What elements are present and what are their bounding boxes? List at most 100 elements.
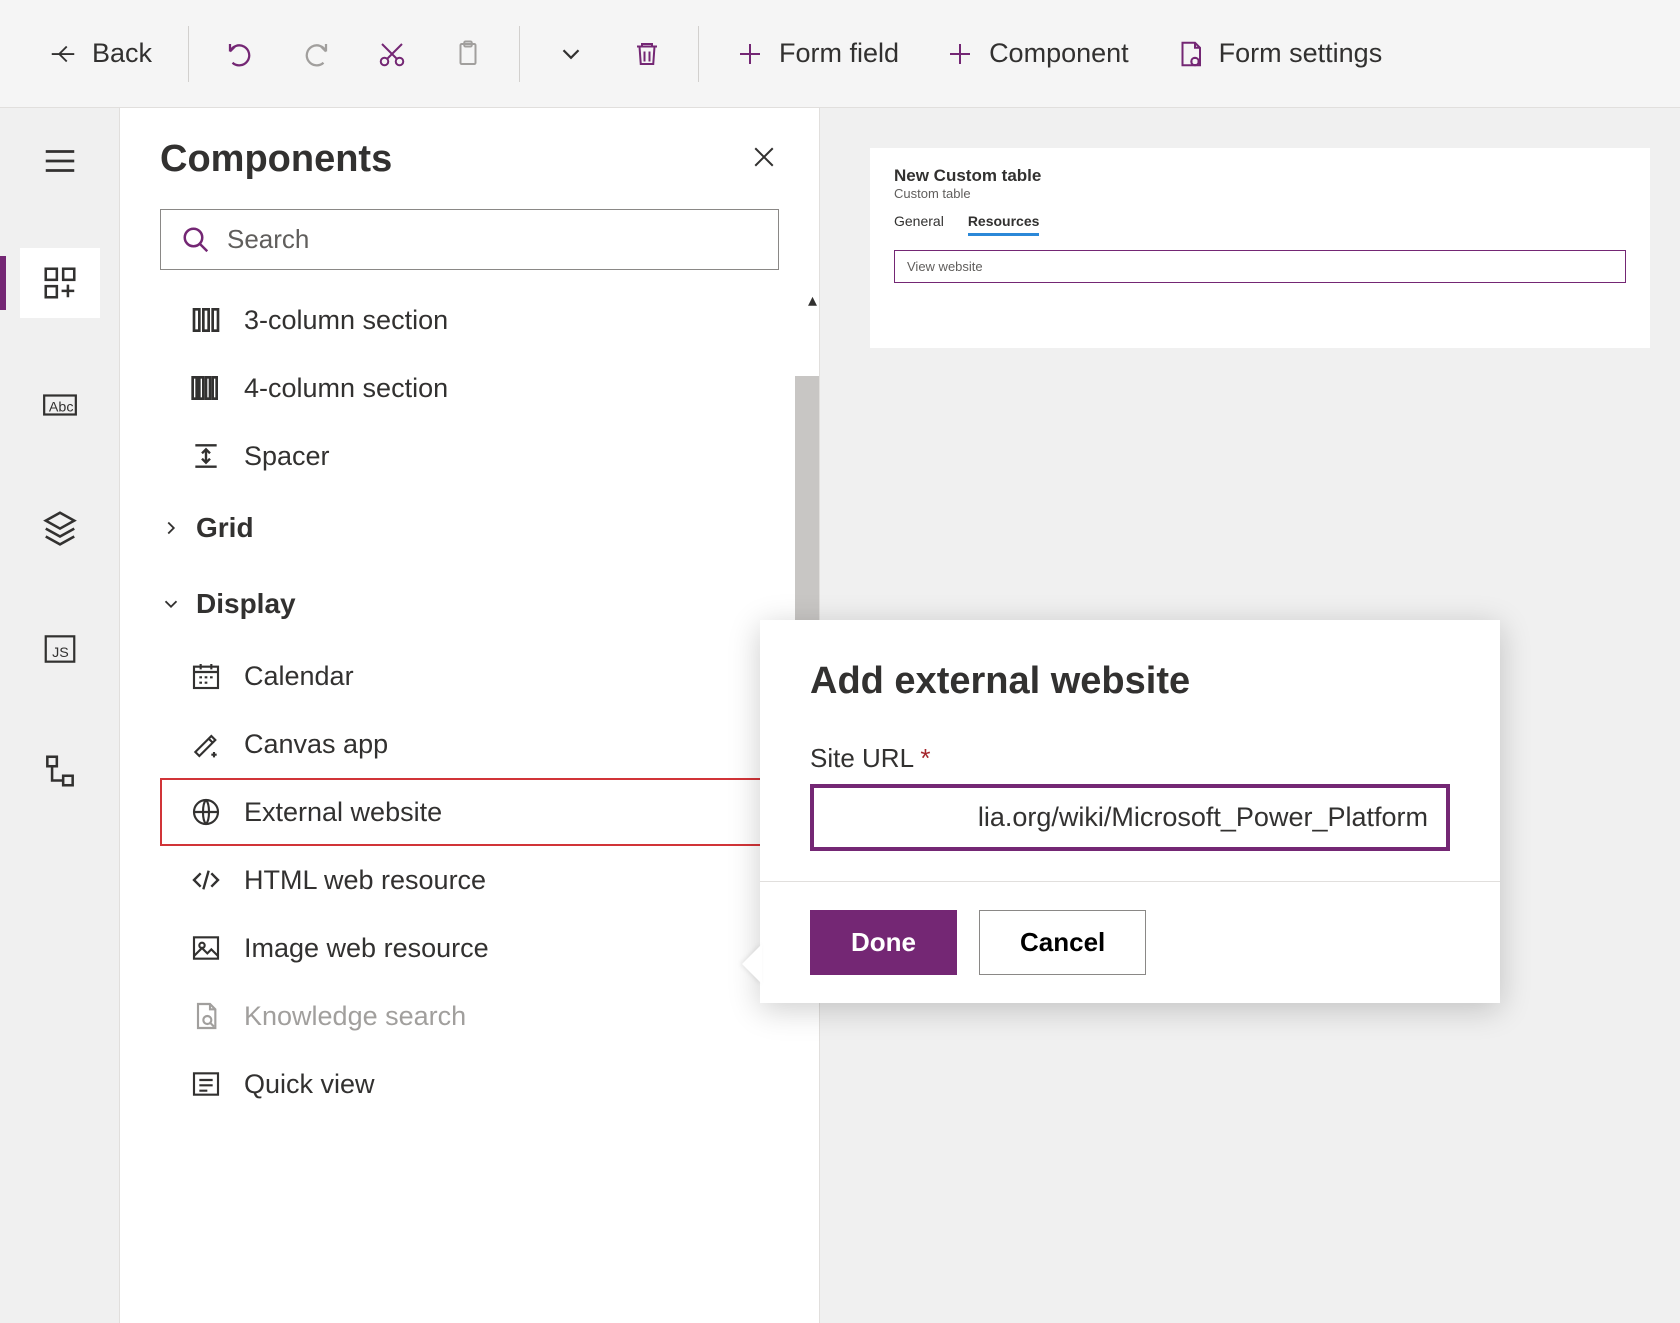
item-knowledge-search[interactable]: Knowledge search xyxy=(160,982,779,1050)
item-html-web-resource[interactable]: HTML web resource xyxy=(160,846,779,914)
item-calendar[interactable]: Calendar xyxy=(160,642,779,710)
redo-button[interactable] xyxy=(283,29,349,79)
close-panel-button[interactable] xyxy=(749,142,779,177)
group-label: Display xyxy=(196,588,296,620)
three-column-icon xyxy=(190,304,222,336)
arrow-left-icon xyxy=(48,39,78,69)
item-external-website[interactable]: External website xyxy=(160,778,779,846)
tree-icon xyxy=(41,752,79,790)
form-settings-label: Form settings xyxy=(1219,38,1383,69)
item-spacer[interactable]: Spacer xyxy=(160,422,779,490)
add-form-field-button[interactable]: Form field xyxy=(717,28,917,79)
undo-icon xyxy=(225,39,255,69)
add-external-website-dialog: Add external website Site URL * Done Can… xyxy=(760,620,1500,1003)
section-view-website[interactable]: View website xyxy=(894,250,1626,283)
cut-button[interactable] xyxy=(359,29,425,79)
trash-icon xyxy=(632,39,662,69)
done-button[interactable]: Done xyxy=(810,910,957,975)
code-icon xyxy=(190,864,222,896)
search-placeholder: Search xyxy=(227,224,309,255)
chevron-down-icon xyxy=(160,593,182,615)
rail-components[interactable] xyxy=(20,248,100,318)
item-label: Quick view xyxy=(244,1069,375,1100)
components-icon xyxy=(41,264,79,302)
group-grid[interactable]: Grid xyxy=(160,490,779,566)
callout-beak xyxy=(742,944,762,984)
item-canvas-app[interactable]: Canvas app xyxy=(160,710,779,778)
form-title: New Custom table xyxy=(894,166,1626,186)
item-label: HTML web resource xyxy=(244,865,486,896)
item-label: Knowledge search xyxy=(244,1001,466,1032)
form-settings-button[interactable]: Form settings xyxy=(1157,28,1401,79)
left-rail: Abc JS xyxy=(0,108,120,1323)
item-image-web-resource[interactable]: Image web resource xyxy=(160,914,779,982)
item-label: Calendar xyxy=(244,661,354,692)
globe-icon xyxy=(190,796,222,828)
item-label: 3-column section xyxy=(244,305,448,336)
search-icon xyxy=(181,225,211,255)
hamburger-button[interactable] xyxy=(20,126,100,196)
calendar-icon xyxy=(190,660,222,692)
abc-icon: Abc xyxy=(41,386,79,424)
redo-icon xyxy=(301,39,331,69)
item-3-column[interactable]: 3-column section xyxy=(160,286,779,354)
knowledge-icon xyxy=(190,1000,222,1032)
undo-button[interactable] xyxy=(207,29,273,79)
close-icon xyxy=(749,142,779,172)
item-label: 4-column section xyxy=(244,373,448,404)
rail-tree[interactable] xyxy=(20,736,100,806)
site-url-input[interactable] xyxy=(810,784,1450,851)
separator xyxy=(519,26,520,82)
form-settings-icon xyxy=(1175,39,1205,69)
required-asterisk: * xyxy=(920,743,930,773)
chevron-button[interactable] xyxy=(538,29,604,79)
layers-icon xyxy=(41,508,79,546)
components-scroll: ▴ 3-column section 4-column section Spac… xyxy=(120,286,819,1323)
tab-resources[interactable]: Resources xyxy=(968,213,1040,236)
rail-layers[interactable] xyxy=(20,492,100,562)
item-4-column[interactable]: 4-column section xyxy=(160,354,779,422)
item-label: Spacer xyxy=(244,441,330,472)
cancel-button[interactable]: Cancel xyxy=(979,910,1146,975)
item-quick-view[interactable]: Quick view xyxy=(160,1050,779,1118)
canvas-app-icon xyxy=(190,728,222,760)
js-icon: JS xyxy=(41,630,79,668)
top-toolbar: Back Form field Component Form settings xyxy=(0,0,1680,108)
back-label: Back xyxy=(92,38,152,69)
chevron-right-icon xyxy=(160,517,182,539)
search-input[interactable]: Search xyxy=(160,209,779,270)
item-label: Image web resource xyxy=(244,933,489,964)
form-field-label: Form field xyxy=(779,38,899,69)
item-label: Canvas app xyxy=(244,729,388,760)
panel-title: Components xyxy=(160,138,392,181)
svg-text:Abc: Abc xyxy=(48,399,73,415)
four-column-icon xyxy=(190,372,222,404)
tab-general[interactable]: General xyxy=(894,213,944,236)
paste-icon xyxy=(453,39,483,69)
hamburger-icon xyxy=(41,142,79,180)
quick-view-icon xyxy=(190,1068,222,1100)
chevron-down-icon xyxy=(556,39,586,69)
rail-js[interactable]: JS xyxy=(20,614,100,684)
cut-icon xyxy=(377,39,407,69)
item-label: External website xyxy=(244,797,442,828)
form-subtitle: Custom table xyxy=(894,186,1626,201)
svg-text:JS: JS xyxy=(52,645,69,661)
separator xyxy=(188,26,189,82)
scroll-up-arrow[interactable]: ▴ xyxy=(808,290,817,311)
back-button[interactable]: Back xyxy=(30,28,170,79)
dialog-title: Add external website xyxy=(810,660,1450,703)
paste-button[interactable] xyxy=(435,29,501,79)
image-icon xyxy=(190,932,222,964)
form-preview[interactable]: New Custom table Custom table General Re… xyxy=(870,148,1650,348)
group-display[interactable]: Display xyxy=(160,566,779,642)
delete-button[interactable] xyxy=(614,29,680,79)
spacer-icon xyxy=(190,440,222,472)
component-label: Component xyxy=(989,38,1129,69)
group-label: Grid xyxy=(196,512,254,544)
add-component-button[interactable]: Component xyxy=(927,28,1147,79)
separator xyxy=(698,26,699,82)
components-panel: Components Search ▴ 3-column section xyxy=(120,108,820,1323)
plus-icon xyxy=(945,39,975,69)
rail-abc[interactable]: Abc xyxy=(20,370,100,440)
